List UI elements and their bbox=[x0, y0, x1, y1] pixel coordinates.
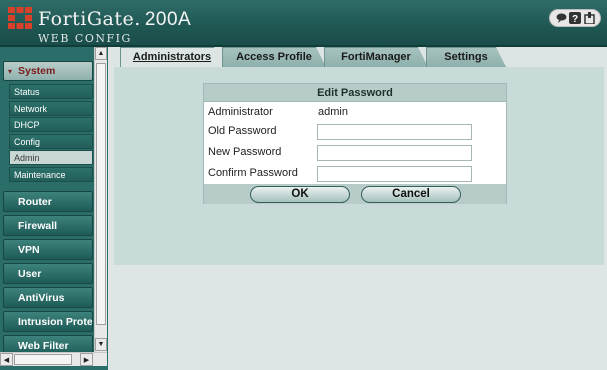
expand-arrow-icon: ▾ bbox=[8, 67, 13, 76]
menu-vpn[interactable]: VPN bbox=[3, 238, 93, 260]
confirm-password-row: Confirm Password bbox=[204, 164, 506, 184]
tab-fortimanager[interactable]: FortiManager bbox=[324, 47, 428, 67]
cancel-button[interactable]: Cancel bbox=[361, 186, 461, 203]
brand-name: FortiGate. bbox=[38, 8, 141, 30]
scroll-down-icon[interactable]: ▼ bbox=[95, 338, 107, 351]
scroll-up-icon[interactable]: ▲ bbox=[95, 47, 107, 60]
hscroll-thumb[interactable] bbox=[14, 354, 72, 365]
scroll-left-icon[interactable]: ◀ bbox=[0, 353, 13, 366]
main-content: Administrators Access Profile FortiManag… bbox=[108, 47, 607, 370]
administrator-label: Administrator bbox=[208, 106, 273, 118]
sidebar-menu: ▾ System Status Network DHCP Config Admi… bbox=[3, 61, 93, 359]
sidebar-vertical-scrollbar[interactable]: ▲ ▼ bbox=[94, 47, 107, 352]
scroll-right-icon[interactable]: ▶ bbox=[80, 353, 93, 366]
administrator-value: admin bbox=[318, 106, 348, 118]
confirm-password-input[interactable] bbox=[317, 166, 472, 182]
header-toolbar: ? bbox=[549, 9, 601, 27]
menu-system-label: System bbox=[18, 65, 56, 77]
administrator-row: Administrator admin bbox=[204, 103, 506, 123]
new-password-label: New Password bbox=[208, 146, 282, 158]
dialog-button-bar: OK Cancel bbox=[204, 184, 506, 204]
console-icon[interactable] bbox=[555, 12, 567, 24]
menu-intrusion-protection[interactable]: Intrusion Protection bbox=[3, 310, 93, 332]
tab-bar: Administrators Access Profile FortiManag… bbox=[108, 47, 607, 67]
menu-firewall[interactable]: Firewall bbox=[3, 214, 93, 236]
new-password-row: New Password bbox=[204, 143, 506, 163]
model-name: 200A bbox=[144, 9, 192, 30]
tab-administrators[interactable]: Administrators bbox=[120, 47, 224, 67]
new-password-input[interactable] bbox=[317, 145, 472, 161]
web-config-label: WEB CONFIG bbox=[38, 32, 132, 45]
old-password-input[interactable] bbox=[317, 124, 472, 140]
tab-access-profile[interactable]: Access Profile bbox=[222, 47, 326, 67]
app-header: FortiGate. 200A WEB CONFIG ? bbox=[0, 0, 607, 45]
fortinet-logo-icon bbox=[8, 7, 32, 29]
brand-title: FortiGate. 200A bbox=[38, 8, 191, 31]
scroll-thumb[interactable] bbox=[96, 63, 106, 325]
sidebar-item-dhcp[interactable]: DHCP bbox=[9, 117, 93, 133]
menu-router[interactable]: Router bbox=[3, 190, 93, 212]
menu-user[interactable]: User bbox=[3, 262, 93, 284]
menu-antivirus[interactable]: AntiVirus bbox=[3, 286, 93, 308]
dialog-title: Edit Password bbox=[204, 84, 506, 102]
help-icon[interactable]: ? bbox=[569, 12, 581, 24]
sidebar-item-network[interactable]: Network bbox=[9, 100, 93, 116]
content-panel: Edit Password Administrator admin Old Pa… bbox=[114, 67, 604, 265]
sidebar-item-maintenance[interactable]: Maintenance bbox=[9, 166, 93, 182]
sidebar-item-admin[interactable]: Admin bbox=[9, 150, 93, 166]
confirm-password-label: Confirm Password bbox=[208, 167, 298, 179]
ok-button[interactable]: OK bbox=[250, 186, 350, 203]
sidebar-item-config[interactable]: Config bbox=[9, 133, 93, 149]
sidebar-item-status[interactable]: Status bbox=[9, 84, 93, 99]
menu-system[interactable]: ▾ System bbox=[3, 61, 93, 81]
logout-icon[interactable] bbox=[583, 12, 595, 24]
sidebar-horizontal-scrollbar[interactable]: ◀ ▶ bbox=[0, 352, 107, 366]
sidebar: ▾ System Status Network DHCP Config Admi… bbox=[0, 47, 108, 370]
edit-password-dialog: Edit Password Administrator admin Old Pa… bbox=[203, 83, 507, 204]
old-password-row: Old Password bbox=[204, 122, 506, 142]
tab-settings[interactable]: Settings bbox=[426, 47, 506, 67]
content-background bbox=[108, 265, 607, 370]
svg-text:?: ? bbox=[572, 14, 578, 24]
old-password-label: Old Password bbox=[208, 125, 277, 137]
